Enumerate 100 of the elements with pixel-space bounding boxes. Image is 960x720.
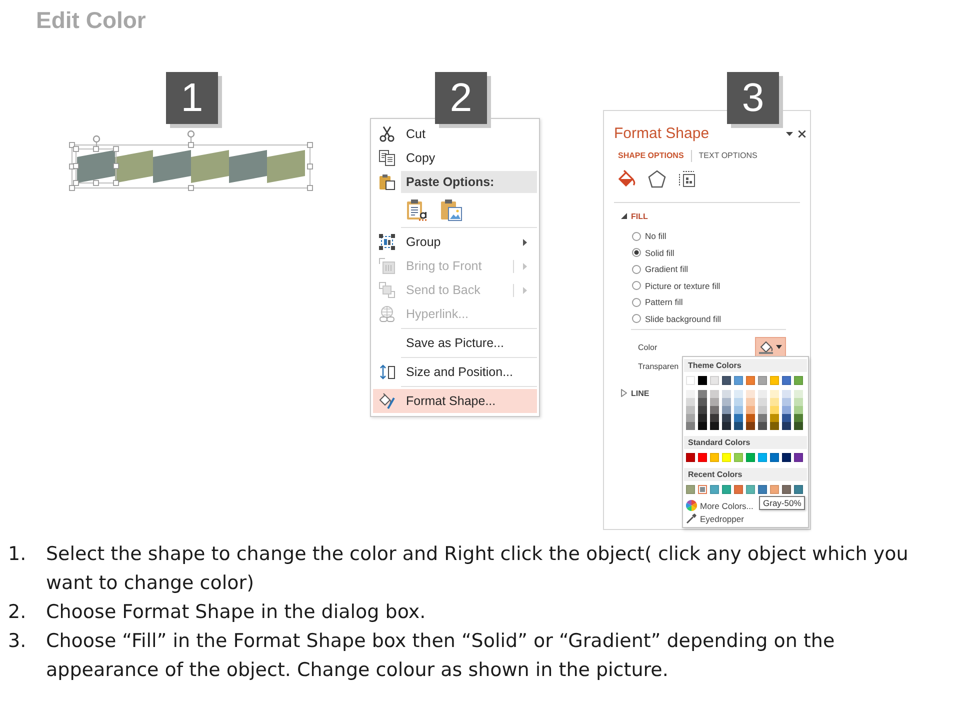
color-swatch-icon[interactable]	[710, 485, 719, 494]
color-swatch-icon[interactable]	[734, 406, 743, 414]
color-swatch-icon[interactable]	[746, 453, 755, 462]
color-swatch-icon[interactable]	[770, 453, 779, 462]
selection-frame[interactable]	[69, 130, 313, 191]
color-swatch-icon[interactable]	[794, 376, 803, 385]
menu-item[interactable]: Format Shape...	[373, 389, 537, 413]
color-swatch-icon[interactable]	[698, 376, 707, 385]
color-swatch-icon[interactable]	[794, 398, 803, 406]
close-icon[interactable]	[798, 130, 806, 138]
menu-item[interactable]: Save as Picture...	[373, 331, 537, 355]
color-swatch-icon[interactable]	[686, 414, 695, 422]
tab[interactable]: SHAPE OPTIONS	[618, 150, 684, 162]
color-swatch-icon[interactable]	[794, 390, 803, 398]
section-header[interactable]: LINE	[621, 387, 650, 399]
menu-item[interactable]: Group	[373, 230, 537, 254]
radio-option[interactable]: Pattern fill	[632, 294, 683, 310]
color-swatch-icon[interactable]	[698, 414, 707, 422]
color-picker-button[interactable]	[755, 337, 786, 357]
menu-item[interactable]: Copy	[373, 146, 537, 170]
color-swatch-icon[interactable]	[794, 406, 803, 414]
color-swatch-icon[interactable]	[686, 453, 695, 462]
color-swatch-icon[interactable]	[710, 376, 719, 385]
color-swatch-icon[interactable]	[782, 390, 791, 398]
color-swatch-icon[interactable]	[722, 485, 731, 494]
color-swatch-icon[interactable]	[734, 398, 743, 406]
color-swatch-icon[interactable]	[722, 398, 731, 406]
color-swatch-icon[interactable]	[686, 485, 695, 494]
color-swatch-icon[interactable]	[686, 406, 695, 414]
color-swatch-icon[interactable]	[722, 406, 731, 414]
color-swatch-icon[interactable]	[722, 422, 731, 430]
color-swatch-icon[interactable]	[698, 422, 707, 430]
color-swatch-icon[interactable]	[770, 398, 779, 406]
color-swatch-icon[interactable]	[734, 453, 743, 462]
color-swatch-icon[interactable]	[734, 485, 743, 494]
color-swatch-icon[interactable]	[698, 390, 707, 398]
color-swatch-icon[interactable]	[758, 376, 767, 385]
color-swatch-icon[interactable]	[746, 376, 755, 385]
color-swatch-icon[interactable]	[746, 414, 755, 422]
color-swatch-icon[interactable]	[782, 422, 791, 430]
radio-option[interactable]: Picture or texture fill	[632, 278, 720, 294]
selection-frame[interactable]	[73, 135, 119, 186]
color-swatch-icon[interactable]	[722, 390, 731, 398]
color-swatch-icon[interactable]	[734, 414, 743, 422]
color-swatch-icon[interactable]	[758, 485, 767, 494]
color-swatch-icon[interactable]	[722, 414, 731, 422]
color-swatch-icon[interactable]	[734, 422, 743, 430]
icon-tab[interactable]	[677, 168, 697, 190]
color-swatch-icon[interactable]	[722, 376, 731, 385]
color-swatch-icon[interactable]	[758, 390, 767, 398]
color-swatch-icon[interactable]	[758, 398, 767, 406]
menu-item[interactable]: Eyedropper	[683, 512, 744, 525]
color-swatch-icon[interactable]	[734, 390, 743, 398]
color-swatch-icon[interactable]	[770, 485, 779, 494]
icon-tab[interactable]	[647, 168, 667, 190]
color-swatch-icon[interactable]	[686, 390, 695, 398]
color-swatch-icon[interactable]	[746, 390, 755, 398]
color-swatch-icon[interactable]	[782, 485, 791, 494]
caret-icon[interactable]	[786, 132, 793, 136]
color-swatch-icon[interactable]	[770, 390, 779, 398]
color-swatch-icon[interactable]	[794, 414, 803, 422]
color-swatch-icon[interactable]	[782, 398, 791, 406]
color-swatch-icon[interactable]	[722, 453, 731, 462]
color-swatch-icon[interactable]	[770, 422, 779, 430]
color-swatch-icon[interactable]	[710, 422, 719, 430]
tab[interactable]: TEXT OPTIONS	[690, 150, 758, 162]
radio-option[interactable]: Gradient fill	[632, 261, 688, 278]
radio-option[interactable]: Solid fill	[632, 244, 674, 261]
color-swatch-icon[interactable]	[758, 453, 767, 462]
color-swatch-icon[interactable]	[746, 398, 755, 406]
menu-item[interactable]: More Colors...	[683, 499, 754, 512]
paste-option-button[interactable]	[438, 196, 464, 222]
color-swatch-icon[interactable]	[710, 398, 719, 406]
color-swatch-icon[interactable]	[746, 422, 755, 430]
color-swatch-icon[interactable]	[686, 422, 695, 430]
color-swatch-icon[interactable]	[758, 422, 767, 430]
color-swatch-icon[interactable]	[710, 414, 719, 422]
color-swatch-icon[interactable]	[770, 414, 779, 422]
color-swatch-icon[interactable]	[710, 406, 719, 414]
color-swatch-icon[interactable]	[710, 453, 719, 462]
color-swatch-icon[interactable]	[734, 376, 743, 385]
color-swatch-icon[interactable]	[758, 414, 767, 422]
color-swatch-icon[interactable]	[782, 453, 791, 462]
color-swatch-icon[interactable]	[794, 453, 803, 462]
color-swatch-icon[interactable]	[686, 398, 695, 406]
color-swatch-icon[interactable]	[782, 414, 791, 422]
color-swatch-icon[interactable]	[698, 453, 707, 462]
radio-option[interactable]: No fill	[632, 228, 666, 244]
color-swatch-icon[interactable]	[746, 406, 755, 414]
color-swatch-icon[interactable]	[758, 406, 767, 414]
color-swatch-icon[interactable]	[782, 406, 791, 414]
color-swatch-icon[interactable]	[794, 485, 803, 494]
menu-item[interactable]: Size and Position...	[373, 360, 537, 384]
radio-option[interactable]: Slide background fill	[632, 310, 722, 327]
color-swatch-icon[interactable]	[770, 406, 779, 414]
color-swatch-icon[interactable]	[686, 376, 695, 385]
color-swatch-icon[interactable]	[698, 398, 707, 406]
color-swatch-icon[interactable]	[794, 422, 803, 430]
color-swatch-icon[interactable]	[710, 390, 719, 398]
color-swatch-icon[interactable]	[698, 406, 707, 414]
